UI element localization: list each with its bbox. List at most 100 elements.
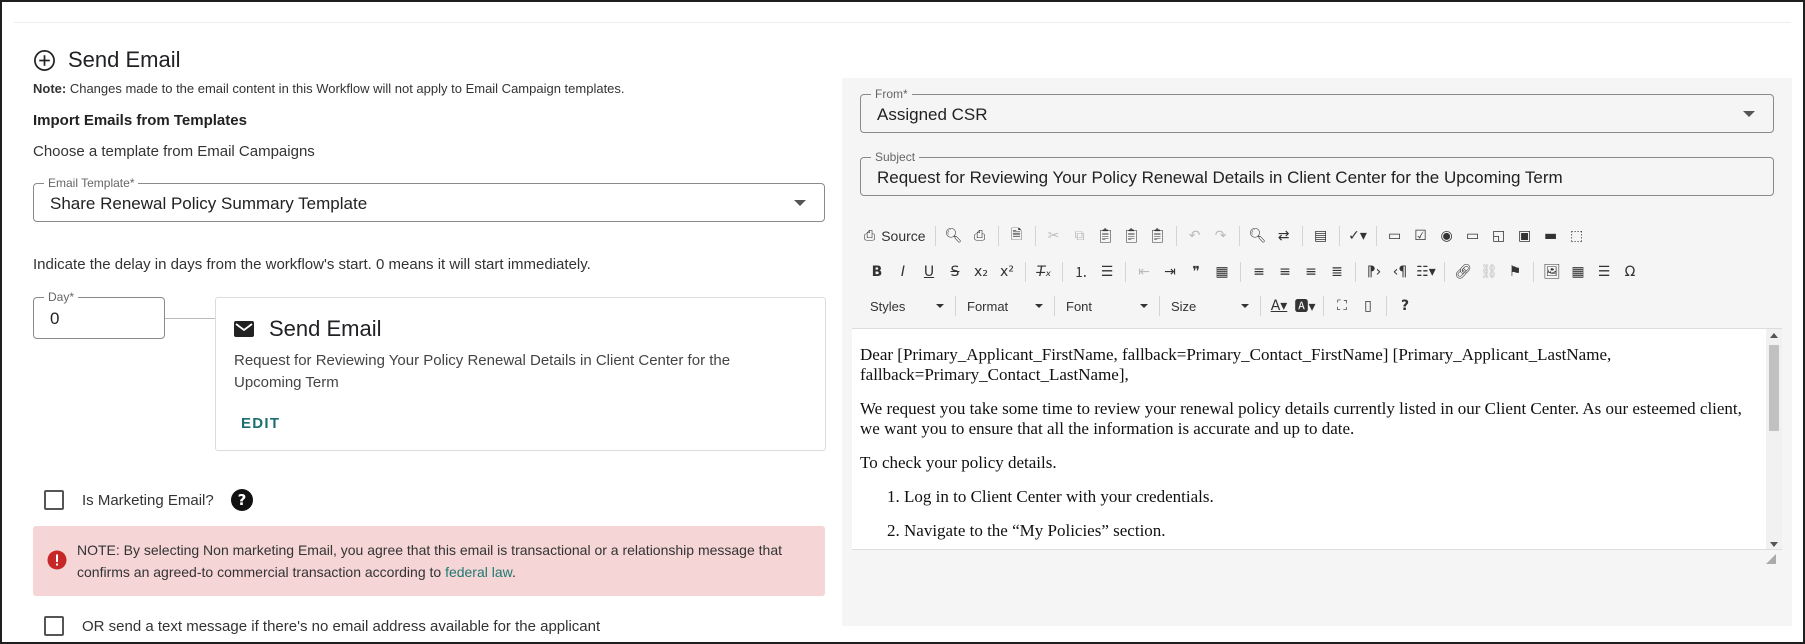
print-icon[interactable]: ⎙ xyxy=(967,223,993,249)
spellcheck-icon[interactable]: ✓▾ xyxy=(1345,223,1371,249)
templates-icon[interactable]: 🗎︎ xyxy=(1004,223,1030,249)
toolbar-separator xyxy=(1062,262,1063,282)
page-title: Send Email xyxy=(68,47,181,72)
link-icon[interactable]: 🔗︎ xyxy=(1450,259,1476,285)
align-center-icon[interactable]: ≡ xyxy=(1272,259,1298,285)
strikethrough-icon[interactable]: S xyxy=(942,259,968,285)
editor-content-area[interactable]: Dear [Primary_Applicant_FirstName, fallb… xyxy=(852,328,1782,550)
justify-icon[interactable]: ≣ xyxy=(1324,259,1350,285)
maximize-icon[interactable]: ⛶ xyxy=(1329,293,1355,319)
toolbar-separator xyxy=(1375,226,1377,246)
chevron-down-icon xyxy=(1140,304,1148,308)
email-template-select[interactable]: Email Template* Share Renewal Policy Sum… xyxy=(33,176,825,222)
textarea-icon[interactable]: ◱ xyxy=(1486,223,1512,249)
page-header: Send Email xyxy=(33,40,826,80)
table-icon[interactable]: ▦ xyxy=(1565,259,1591,285)
about-help-icon[interactable]: ? xyxy=(1392,293,1418,319)
resize-handle-icon[interactable] xyxy=(1766,554,1776,564)
preview-icon[interactable]: 🔍︎ xyxy=(941,223,967,249)
outdent-icon[interactable]: ⇤ xyxy=(1131,259,1157,285)
federal-law-link[interactable]: federal law xyxy=(445,564,512,580)
align-right-icon[interactable]: ≡ xyxy=(1298,259,1324,285)
horizontal-rule-icon[interactable]: ☰ xyxy=(1591,259,1617,285)
scroll-down-icon[interactable] xyxy=(1770,542,1778,547)
error-icon xyxy=(47,550,67,570)
copy-icon[interactable]: ⧉ xyxy=(1067,223,1093,249)
div-container-icon[interactable]: ▦ xyxy=(1209,259,1235,285)
step-connector xyxy=(165,318,215,319)
numbered-list-icon[interactable]: ⒈ xyxy=(1068,259,1094,285)
select-all-icon[interactable]: ▤ xyxy=(1308,223,1334,249)
rtl-icon[interactable]: ‹¶ xyxy=(1387,259,1413,285)
help-icon[interactable]: ? xyxy=(230,488,254,512)
scroll-thumb[interactable] xyxy=(1769,345,1779,431)
subject-input[interactable]: Subject Request for Reviewing Your Polic… xyxy=(860,150,1774,196)
italic-icon[interactable]: I xyxy=(890,259,916,285)
language-icon[interactable]: ☷▾ xyxy=(1413,259,1439,285)
indent-icon[interactable]: ⇥ xyxy=(1157,259,1183,285)
toolbar-separator xyxy=(1301,226,1303,246)
undo-icon[interactable]: ↶ xyxy=(1182,223,1208,249)
marketing-email-checkbox[interactable] xyxy=(44,490,64,510)
from-value: Assigned CSR xyxy=(877,105,988,124)
from-label: From* xyxy=(871,87,912,101)
edit-button[interactable]: EDIT xyxy=(241,415,280,432)
blockquote-icon[interactable]: ❞ xyxy=(1183,259,1209,285)
day-input[interactable]: Day* 0 xyxy=(33,290,165,339)
show-blocks-icon[interactable]: ▯ xyxy=(1355,293,1381,319)
send-email-step-card: Send Email Request for Reviewing Your Po… xyxy=(215,297,826,451)
bulleted-list-icon[interactable]: ☰ xyxy=(1094,259,1120,285)
source-button[interactable]: ⎙ Source xyxy=(864,223,930,249)
button-icon[interactable]: ▬ xyxy=(1538,223,1564,249)
font-dropdown[interactable]: Font xyxy=(1060,294,1154,318)
email-template-label: Email Template* xyxy=(44,176,139,190)
superscript-icon[interactable]: x² xyxy=(994,259,1020,285)
scroll-up-icon[interactable] xyxy=(1770,333,1778,338)
select-field-icon[interactable]: ▣ xyxy=(1512,223,1538,249)
card-title: Send Email xyxy=(269,316,382,341)
email-editor-panel: From* Assigned CSR Subject Request for R… xyxy=(842,78,1792,626)
paste-icon[interactable]: 📋︎ xyxy=(1093,223,1119,249)
hidden-field-icon[interactable]: ⬚ xyxy=(1564,223,1590,249)
align-left-icon[interactable]: ≡ xyxy=(1246,259,1272,285)
remove-format-icon[interactable]: T̶ₓ xyxy=(1031,259,1057,285)
redo-icon[interactable]: ↷ xyxy=(1208,223,1234,249)
email-body: Dear [Primary_Applicant_FirstName, fallb… xyxy=(860,345,1750,549)
editor-scrollbar[interactable] xyxy=(1766,329,1782,549)
checkbox-icon[interactable]: ☑ xyxy=(1408,223,1434,249)
body-paragraph-1: We request you take some time to review … xyxy=(860,399,1742,438)
anchor-icon[interactable]: ⚑ xyxy=(1502,259,1528,285)
format-dropdown[interactable]: Format xyxy=(961,294,1049,318)
find-icon[interactable]: 🔍︎ xyxy=(1245,223,1271,249)
background-color-icon[interactable]: 🅰︎▾ xyxy=(1292,293,1318,319)
bold-icon[interactable]: B xyxy=(864,259,890,285)
cut-icon[interactable]: ✂ xyxy=(1041,223,1067,249)
from-select[interactable]: From* Assigned CSR xyxy=(860,87,1774,133)
paste-word-icon[interactable]: 📋︎ xyxy=(1145,223,1171,249)
toolbar-row-2: B I U S x₂ x² T̶ₓ ⒈ ☰ ⇤ ⇥ ❞ ▦ ≡ ≡ ≡ ≣ ⁋›… xyxy=(864,258,1643,286)
text-field-icon[interactable]: ▭ xyxy=(1460,223,1486,249)
note-label: Note: xyxy=(33,81,67,96)
marketing-email-row: Is Marketing Email? ? xyxy=(33,486,826,514)
window-frame: Send Email Note: Changes made to the ema… xyxy=(0,0,1805,644)
special-char-icon[interactable]: Ω xyxy=(1617,259,1643,285)
form-icon[interactable]: ▭ xyxy=(1382,223,1408,249)
toolbar-separator xyxy=(1444,262,1445,282)
toolbar-separator xyxy=(1054,296,1055,316)
alert-message: NOTE: By selecting Non marketing Email, … xyxy=(77,542,782,580)
image-icon[interactable]: 🖼︎ xyxy=(1539,259,1565,285)
day-label: Day* xyxy=(44,290,79,304)
subscript-icon[interactable]: x₂ xyxy=(968,259,994,285)
replace-icon[interactable]: ⇄ xyxy=(1271,223,1297,249)
size-dropdown[interactable]: Size xyxy=(1165,294,1255,318)
left-panel: Send Email Note: Changes made to the ema… xyxy=(33,40,826,640)
styles-dropdown[interactable]: Styles xyxy=(864,294,950,318)
ltr-icon[interactable]: ⁋› xyxy=(1361,259,1387,285)
editor-toolbar: ⎙ Source 🔍︎ ⎙ 🗎︎ ✂ ⧉ 📋︎ 📋︎ 📋︎ ↶ ↷ 🔍︎ ⇄ ▤… xyxy=(852,216,1782,328)
paste-text-icon[interactable]: 📋︎ xyxy=(1119,223,1145,249)
text-color-icon[interactable]: A▾ xyxy=(1266,293,1292,319)
sms-fallback-checkbox[interactable] xyxy=(44,616,64,636)
radio-icon[interactable]: ◉ xyxy=(1434,223,1460,249)
unlink-icon[interactable]: ⛓ xyxy=(1476,259,1502,285)
underline-icon[interactable]: U xyxy=(916,259,942,285)
